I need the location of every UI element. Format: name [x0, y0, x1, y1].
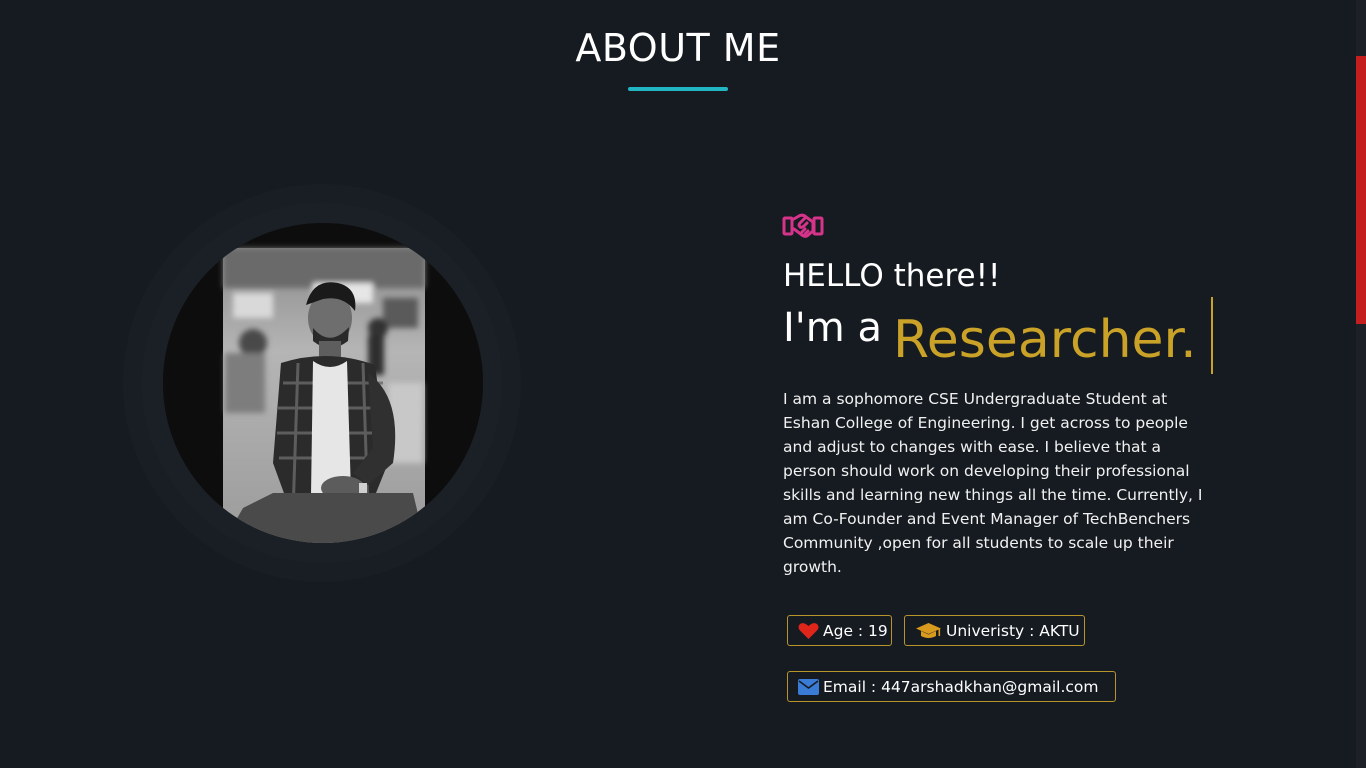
title-underline [628, 87, 728, 91]
graduation-cap-icon [915, 622, 942, 640]
profile-photo [163, 223, 483, 543]
section-title: ABOUT ME [575, 26, 781, 70]
age-label: Age : 19 [823, 621, 888, 640]
bio-paragraph: I am a sophomore CSE Undergraduate Stude… [783, 390, 1203, 576]
heart-icon [798, 622, 819, 640]
university-label: Univeristy : AKTU [946, 621, 1080, 640]
role-prefix: I'm a [783, 305, 882, 351]
handshake-icon [782, 213, 824, 238]
envelope-icon [798, 678, 819, 695]
university-badge: Univeristy : AKTU [904, 615, 1085, 646]
profile-photo-image [163, 223, 483, 543]
about-page: ABOUT ME HELLO there!! I'm a Researcher.… [0, 0, 1366, 768]
email-label[interactable]: Email : 447arshadkhan@gmail.com [823, 678, 1098, 696]
scrollbar-thumb[interactable] [1356, 56, 1366, 324]
typed-role: Researcher. [893, 310, 1197, 370]
typing-cursor [1211, 297, 1213, 374]
email-badge[interactable]: Email : 447arshadkhan@gmail.com [787, 671, 1116, 702]
greeting: HELLO there!! [783, 258, 1001, 294]
age-badge: Age : 19 [787, 615, 892, 646]
